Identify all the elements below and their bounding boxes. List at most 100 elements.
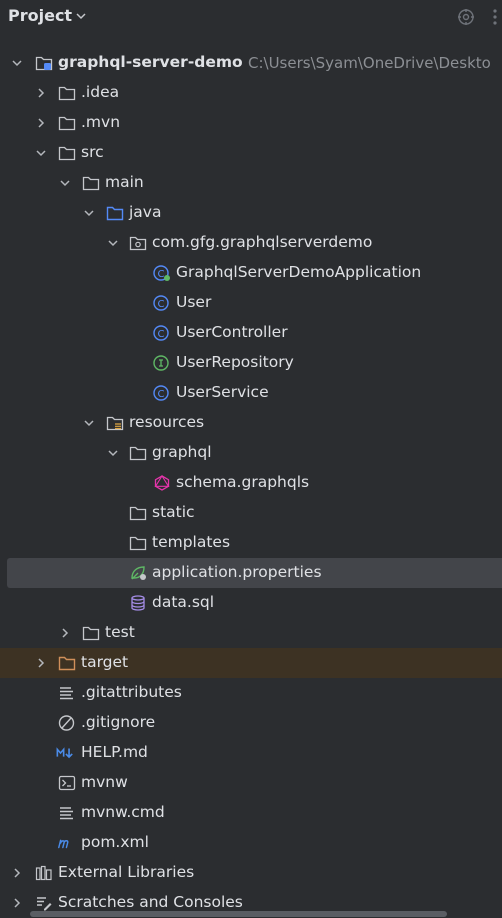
chevron-down-icon[interactable] [107, 448, 119, 458]
tree-node-src[interactable]: src [0, 138, 502, 168]
tree-node-label: application.properties [152, 563, 322, 581]
tree-node-gitignore[interactable]: .gitignore [0, 708, 502, 738]
tree-node-label: graphql [152, 443, 212, 461]
root-project-path: C:\Users\Syam\OneDrive\Deskto [248, 54, 491, 72]
tree-node-help-md[interactable]: HELP.md [0, 738, 502, 768]
tree-node-root[interactable]: graphql-server-demo C:\Users\Syam\OneDri… [0, 48, 502, 78]
package-icon [129, 236, 147, 251]
text-file-icon [60, 687, 73, 700]
module-folder-icon [35, 56, 53, 71]
library-icon [35, 865, 52, 881]
graphql-icon [154, 475, 170, 491]
tree-node-label: External Libraries [58, 863, 195, 881]
chevron-down-icon[interactable] [107, 238, 119, 248]
tree-node-label: main [105, 173, 144, 191]
locate-icon[interactable] [457, 8, 475, 26]
chevron-down-icon[interactable] [59, 178, 71, 188]
tree-node-schema[interactable]: schema.graphqls [0, 468, 502, 498]
folder-icon [129, 506, 147, 521]
chevron-right-icon[interactable] [11, 868, 23, 878]
excluded-folder-icon [58, 656, 76, 671]
tree-node-user-controller[interactable]: C UserController [0, 318, 502, 348]
class-icon: C [153, 325, 169, 341]
class-icon: C [153, 295, 169, 311]
class-icon: C [153, 385, 169, 401]
folder-icon [58, 116, 76, 131]
text-file-icon [60, 807, 73, 820]
chevron-right-icon[interactable] [59, 628, 71, 638]
tree-node-user-service[interactable]: C UserService [0, 378, 502, 408]
chevron-down-icon[interactable] [75, 11, 87, 21]
tree-node-package[interactable]: com.gfg.graphqlserverdemo [0, 228, 502, 258]
folder-icon [58, 146, 76, 161]
tree-node-label: target [81, 653, 129, 671]
svg-text:C: C [158, 269, 165, 280]
tree-node-main[interactable]: main [0, 168, 502, 198]
folder-icon [58, 86, 76, 101]
tree-node-label: resources [129, 413, 205, 431]
tree-node-label: mvnw [81, 773, 128, 791]
tree-node-pom[interactable]: pom.xml [0, 828, 502, 858]
horizontal-scrollbar[interactable] [30, 911, 447, 917]
tree-node-label: pom.xml [81, 833, 149, 851]
ignore-file-icon [58, 715, 75, 731]
tree-node-application-properties[interactable]: application.properties [7, 558, 502, 588]
tree-node-label: static [152, 503, 195, 521]
svg-text:C: C [158, 329, 165, 340]
folder-icon [129, 446, 147, 461]
chevron-down-icon[interactable] [11, 58, 23, 68]
tree-node-gitattributes[interactable]: .gitattributes [0, 678, 502, 708]
chevron-right-icon[interactable] [35, 118, 47, 128]
tree-node-label: schema.graphqls [176, 473, 310, 491]
folder-icon [129, 536, 147, 551]
tree-node-mvnw[interactable]: mvnw [0, 768, 502, 798]
folder-icon [82, 176, 100, 191]
chevron-right-icon[interactable] [35, 88, 47, 98]
tree-node-label: java [129, 203, 162, 221]
tree-node-label: Scratches and Consoles [58, 893, 243, 911]
tree-node-data-sql[interactable]: data.sql [0, 588, 502, 618]
tree-node-label: UserRepository [176, 353, 294, 371]
tree-node-user-repository[interactable]: UserRepository [0, 348, 502, 378]
tree-node-mvn[interactable]: .mvn [0, 108, 502, 138]
chevron-right-icon[interactable] [35, 658, 47, 668]
tree-node-target[interactable]: target [0, 648, 502, 678]
tree-node-label: data.sql [152, 593, 215, 611]
chevron-down-icon[interactable] [35, 148, 47, 158]
tree-node-label: mvnw.cmd [81, 803, 165, 821]
tree-node-idea[interactable]: .idea [0, 78, 502, 108]
maven-icon [58, 839, 69, 849]
tree-node-label: templates [152, 533, 231, 551]
database-icon [131, 595, 145, 611]
tree-node-graphql-folder[interactable]: graphql [0, 438, 502, 468]
tree-node-app-class[interactable]: C GraphqlServerDemoApplication [0, 258, 502, 288]
tree-node-label: UserController [176, 323, 288, 341]
chevron-down-icon[interactable] [83, 208, 95, 218]
tree-node-static[interactable]: static [0, 498, 502, 528]
svg-text:C: C [158, 389, 165, 400]
tree-node-mvnw-cmd[interactable]: mvnw.cmd [0, 798, 502, 828]
chevron-down-icon[interactable] [83, 418, 95, 428]
project-view-title[interactable]: Project [8, 6, 72, 25]
resources-folder-icon [106, 416, 124, 431]
shell-script-icon [58, 775, 76, 791]
tree-node-external-libraries[interactable]: External Libraries [0, 858, 502, 888]
tree-node-label: src [81, 143, 104, 161]
project-tree: graphql-server-demo C:\Users\Syam\OneDri… [0, 48, 502, 918]
scratches-icon [37, 897, 52, 911]
more-icon[interactable] [489, 8, 502, 26]
tree-node-templates[interactable]: templates [0, 528, 502, 558]
tree-node-resources[interactable]: resources [0, 408, 502, 438]
tree-node-user[interactable]: C User [0, 288, 502, 318]
tree-node-label: .mvn [81, 113, 121, 131]
tree-node-label: UserService [176, 383, 269, 401]
chevron-right-icon[interactable] [11, 898, 23, 908]
tree-node-test[interactable]: test [0, 618, 502, 648]
spring-boot-class-icon: C [153, 265, 170, 281]
interface-icon [153, 355, 169, 371]
tree-node-label: com.gfg.graphqlserverdemo [152, 233, 373, 251]
tree-node-label: User [176, 293, 212, 311]
tree-node-label: GraphqlServerDemoApplication [176, 263, 422, 281]
tree-node-java[interactable]: java [0, 198, 502, 228]
tree-node-label: HELP.md [81, 743, 148, 761]
